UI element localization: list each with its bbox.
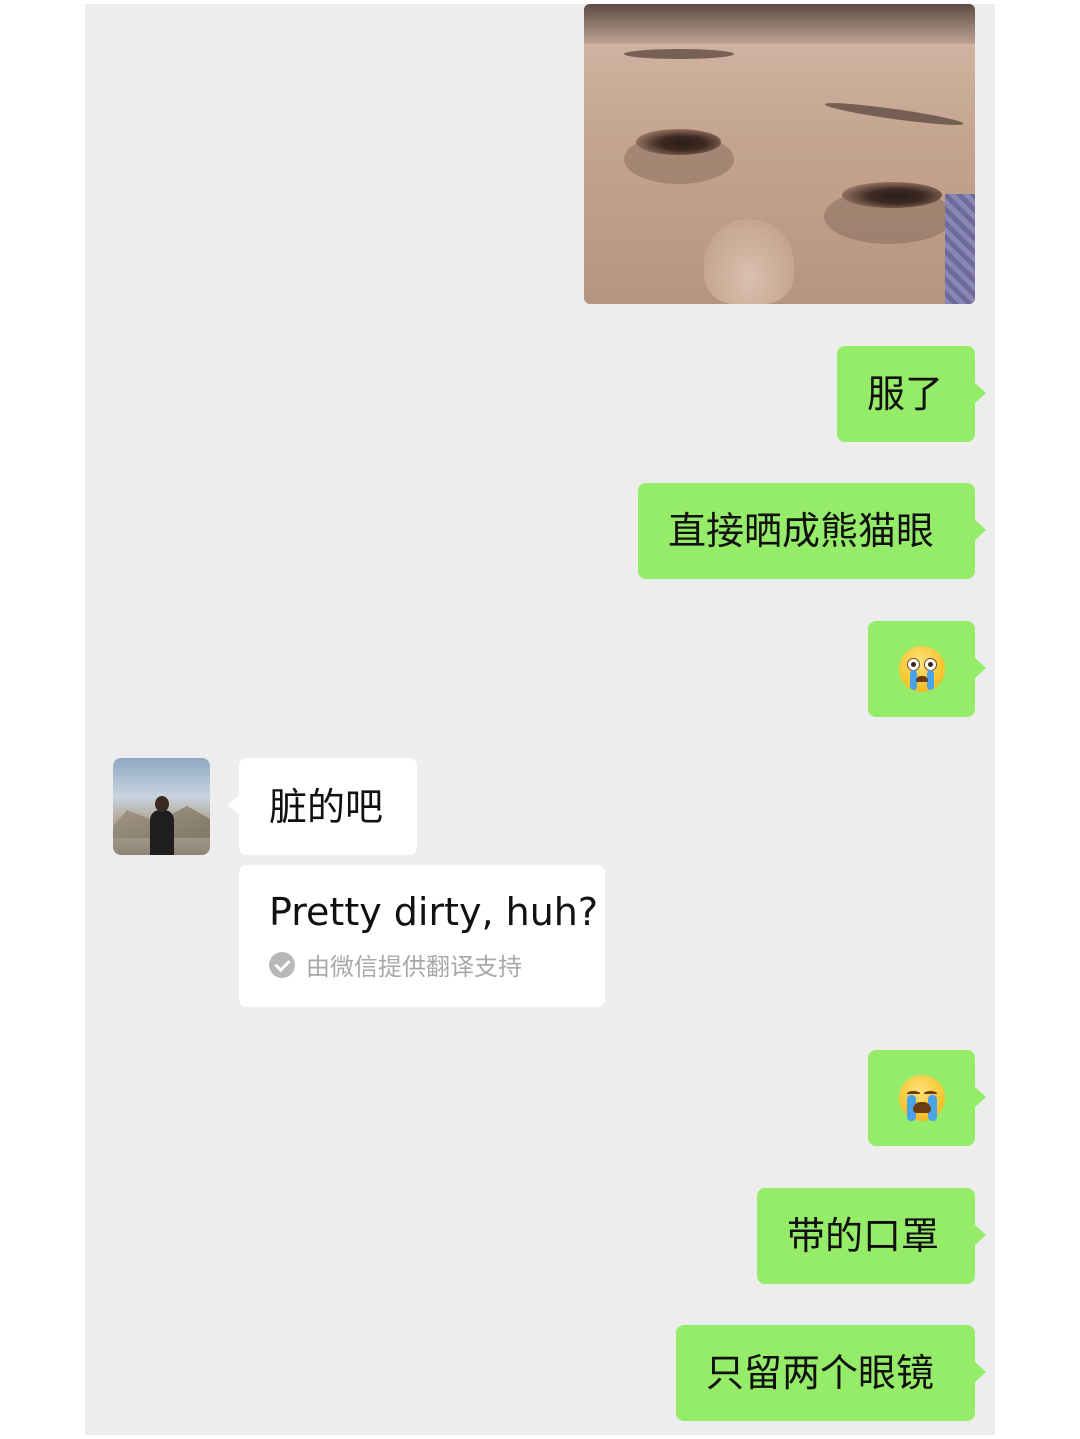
avatar-person-head bbox=[155, 796, 169, 812]
translation-source: 由微信提供翻译支持 bbox=[269, 947, 575, 982]
sent-emoji-bubble[interactable] bbox=[868, 1050, 986, 1146]
message-text: 带的口罩 bbox=[787, 1214, 940, 1258]
emoji-mouth bbox=[915, 676, 928, 682]
message-text: 服了 bbox=[867, 372, 944, 416]
message-text: 脏的吧 bbox=[269, 784, 384, 829]
check-circle-icon bbox=[269, 951, 295, 978]
chat-message-area[interactable]: 服了 直接晒成熊猫眼 脏的吧 Pretty dirty, huh? 由微信提供翻… bbox=[85, 4, 995, 1435]
sent-emoji-bubble[interactable] bbox=[868, 621, 986, 717]
photo-clothing bbox=[945, 194, 975, 304]
sent-message-bubble[interactable]: 服了 bbox=[837, 346, 986, 442]
message-text: 只留两个眼镜 bbox=[706, 1351, 935, 1395]
photo-message[interactable] bbox=[584, 4, 975, 304]
emoji-mouth bbox=[912, 1102, 931, 1113]
sent-message-bubble[interactable]: 直接晒成熊猫眼 bbox=[638, 483, 986, 579]
translation-source-text: 由微信提供翻译支持 bbox=[306, 953, 522, 981]
photo-nose bbox=[704, 219, 794, 304]
avatar-person bbox=[150, 810, 174, 855]
sent-message-bubble[interactable]: 带的口罩 bbox=[757, 1188, 986, 1284]
sent-message-bubble[interactable]: 只留两个眼镜 bbox=[676, 1325, 986, 1421]
translation-bubble[interactable]: Pretty dirty, huh? 由微信提供翻译支持 bbox=[239, 865, 605, 1007]
photo-hair bbox=[584, 4, 975, 44]
photo-brow-left bbox=[624, 49, 734, 59]
emoji-tear bbox=[926, 670, 934, 690]
photo-brow-right bbox=[823, 99, 965, 129]
translation-text: Pretty dirty, huh? bbox=[269, 890, 599, 934]
message-text: 直接晒成熊猫眼 bbox=[668, 509, 935, 553]
contact-avatar[interactable] bbox=[113, 758, 210, 855]
crying-emoji-icon bbox=[898, 646, 945, 692]
photo-eye-right bbox=[842, 182, 942, 208]
received-message-bubble[interactable]: 脏的吧 bbox=[228, 758, 417, 855]
photo-eye-left bbox=[636, 129, 721, 155]
loudly-crying-emoji-icon bbox=[898, 1075, 945, 1121]
